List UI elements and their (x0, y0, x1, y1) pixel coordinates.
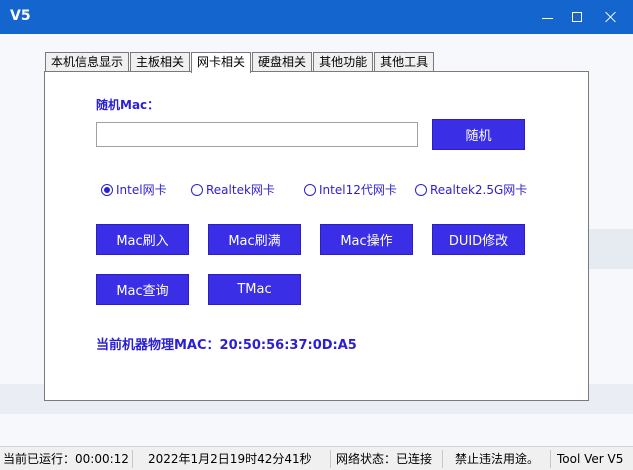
nic-type-radio-group: Intel网卡 Realtek网卡 Intel12代网卡 Realtek2.5G… (45, 181, 588, 201)
radio-label: Intel网卡 (116, 183, 167, 197)
runtime-status: 当前已运行：00:00:12 (3, 452, 129, 466)
random-mac-label: 随机Mac： (96, 98, 160, 112)
mac-operate-button[interactable]: Mac操作 (320, 224, 413, 255)
window-title: V5 (10, 8, 31, 24)
status-divider (442, 450, 443, 468)
random-button[interactable]: 随机 (432, 119, 525, 150)
title-bar: V5 (0, 0, 633, 34)
current-mac-label: 当前机器物理MAC：20:50:56:37:0D:A5 (96, 338, 357, 353)
radio-unchecked-icon (304, 183, 316, 196)
maximize-button[interactable] (562, 0, 592, 34)
tab-other-tools[interactable]: 其他工具 (374, 52, 435, 72)
radio-unchecked-icon (415, 183, 427, 196)
mac-input[interactable] (96, 122, 418, 147)
tab-disk[interactable]: 硬盘相关 (252, 52, 313, 72)
datetime-status: 2022年1月2日19时42分41秒 (148, 452, 312, 466)
maximize-icon (572, 12, 582, 22)
duid-modify-button[interactable]: DUID修改 (432, 224, 525, 255)
tab-network-card[interactable]: 网卡相关 (191, 52, 252, 73)
radio-realtek[interactable]: Realtek网卡 (191, 181, 275, 198)
tab-motherboard[interactable]: 主板相关 (130, 52, 191, 72)
radio-intel[interactable]: Intel网卡 (101, 181, 167, 198)
tab-other-functions[interactable]: 其他功能 (313, 52, 374, 72)
minimize-button[interactable] (532, 0, 562, 34)
notice-status: 禁止违法用途。 (455, 452, 540, 466)
version-status: Tool Ver V5 (557, 452, 624, 466)
network-panel: 随机Mac： 随机 Intel网卡 Realtek网卡 Intel12代网卡 R… (44, 71, 589, 401)
tab-strip: 本机信息显示 主板相关 网卡相关 硬盘相关 其他功能 其他工具 (45, 52, 435, 73)
status-bar: 当前已运行：00:00:12 2022年1月2日19时42分41秒 网络状态：已… (0, 446, 633, 470)
minimize-icon (541, 17, 553, 19)
radio-label: Realtek网卡 (206, 183, 275, 197)
close-icon (605, 11, 617, 23)
radio-checked-icon (101, 183, 113, 196)
tmac-button[interactable]: TMac (208, 274, 301, 305)
radio-label: Realtek2.5G网卡 (430, 183, 528, 197)
network-status: 网络状态：已连接 (336, 452, 433, 466)
radio-label: Intel12代网卡 (319, 183, 397, 197)
radio-unchecked-icon (191, 183, 203, 196)
tab-local-info[interactable]: 本机信息显示 (45, 52, 130, 72)
mac-write-button[interactable]: Mac刷入 (96, 224, 189, 255)
mac-query-button[interactable]: Mac查询 (96, 274, 189, 305)
status-divider (550, 450, 551, 468)
status-divider (132, 450, 133, 468)
close-button[interactable] (596, 0, 626, 34)
status-divider (330, 450, 331, 468)
radio-realtek25g[interactable]: Realtek2.5G网卡 (415, 181, 527, 198)
mac-full-button[interactable]: Mac刷满 (208, 224, 301, 255)
radio-intel12[interactable]: Intel12代网卡 (304, 181, 397, 198)
